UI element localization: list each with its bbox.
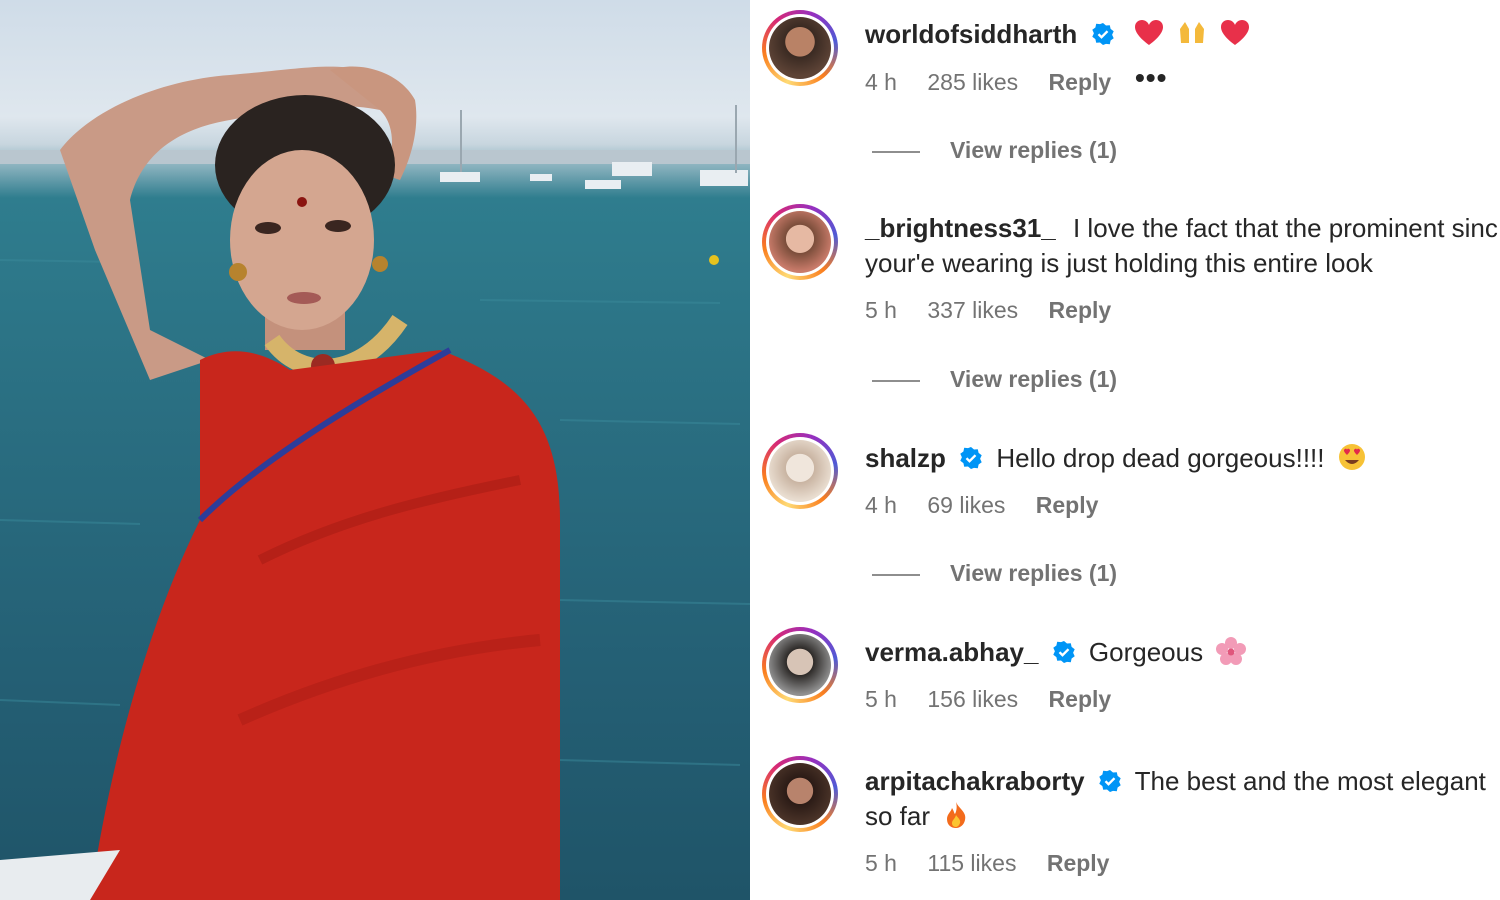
reply-button[interactable]: Reply bbox=[1049, 686, 1112, 712]
comment-meta: 4 h 285 likes Reply bbox=[865, 69, 1135, 96]
username[interactable]: shalzp bbox=[865, 443, 946, 473]
comment-line: worldofsiddharth bbox=[865, 17, 1250, 52]
verified-badge-icon bbox=[1091, 23, 1114, 45]
comment-line: shalzp Hello drop dead gorgeous!!!! bbox=[865, 441, 1366, 476]
avatar[interactable] bbox=[762, 204, 838, 280]
comment-text: I love the fact that the prominent sinc bbox=[1072, 213, 1498, 243]
cherry-blossom-icon bbox=[1216, 637, 1247, 665]
comments-panel: worldofsiddharth 4 h 285 likes Reply •••… bbox=[750, 0, 1500, 900]
right-earring bbox=[372, 256, 388, 272]
reply-button[interactable]: Reply bbox=[1047, 850, 1110, 876]
view-replies-button[interactable]: View replies (1) bbox=[872, 560, 1117, 587]
comment-line: _brightness31_ I love the fact that the … bbox=[865, 211, 1498, 246]
avatar-photo bbox=[769, 440, 831, 502]
username[interactable]: verma.abhay_ bbox=[865, 637, 1038, 667]
raised-hands-icon bbox=[1180, 22, 1205, 43]
comment-meta: 4 h 69 likes Reply bbox=[865, 492, 1122, 519]
comment-text: The best and the most elegant bbox=[1134, 766, 1486, 796]
comment-text-continued: your'e wearing is just holding this enti… bbox=[865, 248, 1373, 278]
left-earring bbox=[229, 263, 247, 281]
boats bbox=[440, 105, 748, 189]
divider-line bbox=[872, 150, 920, 153]
comment-time: 5 h bbox=[865, 850, 897, 876]
avatar[interactable] bbox=[762, 10, 838, 86]
avatar[interactable] bbox=[762, 627, 838, 703]
username[interactable]: worldofsiddharth bbox=[865, 19, 1077, 49]
comment-line: arpitachakraborty The best and the most … bbox=[865, 764, 1486, 799]
comment-time: 5 h bbox=[865, 686, 897, 712]
comment-line: verma.abhay_ Gorgeous bbox=[865, 635, 1247, 670]
heart-eyes-icon bbox=[1338, 444, 1365, 470]
verified-badge-icon bbox=[1052, 641, 1075, 663]
comment-time: 4 h bbox=[865, 69, 897, 95]
avatar[interactable] bbox=[762, 433, 838, 509]
comment-line-2: your'e wearing is just holding this enti… bbox=[865, 246, 1373, 281]
like-count[interactable]: 285 likes bbox=[927, 69, 1018, 95]
comment-text: Gorgeous bbox=[1088, 637, 1204, 667]
comment-meta: 5 h 337 likes Reply bbox=[865, 297, 1135, 324]
divider-line bbox=[872, 379, 920, 382]
avatar-photo bbox=[769, 763, 831, 825]
avatar-photo bbox=[769, 211, 831, 273]
username[interactable]: _brightness31_ bbox=[865, 213, 1056, 243]
like-count[interactable]: 156 likes bbox=[927, 686, 1018, 712]
reply-button[interactable]: Reply bbox=[1049, 297, 1112, 323]
view-replies-label: View replies (1) bbox=[950, 366, 1118, 392]
comment-time: 4 h bbox=[865, 492, 897, 518]
photo-illustration bbox=[0, 66, 750, 900]
buoy bbox=[709, 255, 719, 265]
like-count[interactable]: 337 likes bbox=[927, 297, 1018, 323]
right-eye bbox=[325, 220, 351, 232]
comment-text-continued: so far bbox=[865, 801, 931, 831]
avatar-photo bbox=[769, 17, 831, 79]
heart-icon bbox=[1134, 20, 1163, 45]
like-count[interactable]: 69 likes bbox=[927, 492, 1005, 518]
comment-meta: 5 h 115 likes Reply bbox=[865, 850, 1133, 877]
avatar-photo bbox=[769, 634, 831, 696]
bindi bbox=[297, 197, 307, 207]
reply-button[interactable]: Reply bbox=[1049, 69, 1112, 95]
fire-icon bbox=[947, 802, 966, 828]
post-photo bbox=[0, 0, 750, 900]
comment-time: 5 h bbox=[865, 297, 897, 323]
verified-badge-icon bbox=[960, 447, 982, 469]
comment-meta: 5 h 156 likes Reply bbox=[865, 686, 1135, 713]
view-replies-label: View replies (1) bbox=[950, 137, 1118, 163]
heart-icon bbox=[1221, 20, 1250, 45]
divider-line bbox=[872, 573, 920, 576]
like-count[interactable]: 115 likes bbox=[927, 850, 1016, 876]
view-replies-label: View replies (1) bbox=[950, 560, 1118, 586]
reply-button[interactable]: Reply bbox=[1036, 492, 1099, 518]
username[interactable]: arpitachakraborty bbox=[865, 766, 1085, 796]
avatar[interactable] bbox=[762, 756, 838, 832]
verified-badge-icon bbox=[1099, 770, 1121, 792]
more-options-icon[interactable]: ••• bbox=[1135, 62, 1167, 94]
view-replies-button[interactable]: View replies (1) bbox=[872, 366, 1117, 393]
lips bbox=[287, 292, 321, 304]
saree bbox=[90, 350, 560, 900]
comment-text: Hello drop dead gorgeous!!!! bbox=[996, 443, 1325, 473]
view-replies-button[interactable]: View replies (1) bbox=[872, 137, 1117, 164]
left-eye bbox=[255, 222, 281, 234]
comment-line-2: so far bbox=[865, 799, 969, 834]
